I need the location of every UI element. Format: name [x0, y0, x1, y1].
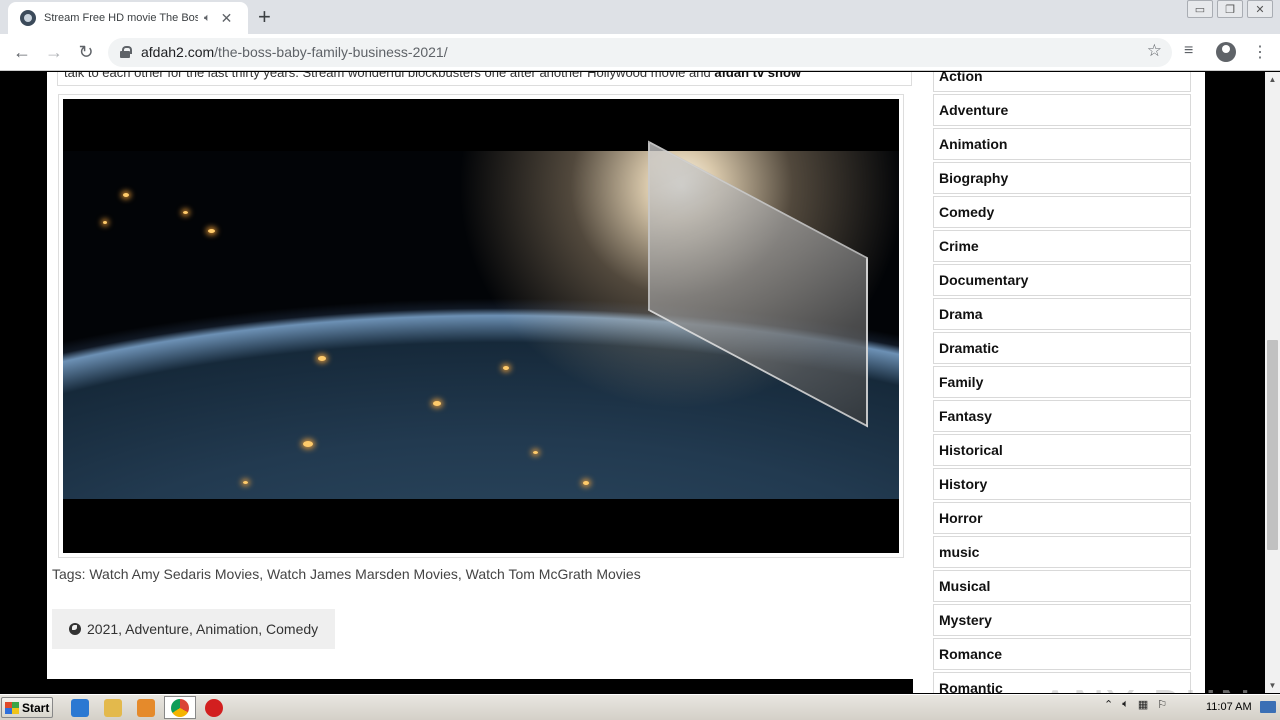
page-viewport: talk to each other for the last thirty y… [0, 72, 1265, 693]
windows-logo-icon [5, 701, 19, 714]
scrollbar-thumb[interactable] [1267, 340, 1278, 550]
back-button[interactable]: ← [10, 41, 34, 63]
maximize-button[interactable]: ❐ [1217, 0, 1243, 18]
forward-button[interactable]: → [42, 41, 66, 63]
genre-link-comedy[interactable]: Comedy [933, 196, 1191, 228]
chrome-icon [171, 699, 189, 717]
url-path: /the-boss-baby-family-business-2021/ [214, 44, 448, 60]
tags-line[interactable]: Tags: Watch Amy Sedaris Movies, Watch Ja… [52, 566, 641, 582]
profile-avatar-icon[interactable] [1216, 42, 1236, 62]
city-light [103, 221, 107, 224]
media-player-icon[interactable] [137, 699, 155, 717]
new-tab-button[interactable]: + [258, 5, 271, 29]
city-light [583, 481, 589, 485]
site-favicon-icon [20, 10, 36, 26]
satellite-panel [648, 140, 868, 428]
genre-link-fantasy[interactable]: Fantasy [933, 400, 1191, 432]
category-box: 2021, Adventure, Animation, Comedy [52, 609, 336, 649]
genre-link-animation[interactable]: Animation [933, 128, 1191, 160]
opera-icon[interactable] [205, 699, 223, 717]
genre-link-family[interactable]: Family [933, 366, 1191, 398]
browser-toolbar: ← → ↻ afdah2.com/the-boss-baby-family-bu… [0, 34, 1280, 71]
page-content: talk to each other for the last thirty y… [47, 72, 1205, 693]
genre-link-musical[interactable]: Musical [933, 570, 1191, 602]
city-light [183, 211, 188, 214]
lock-icon[interactable] [120, 46, 132, 58]
file-explorer-icon[interactable] [104, 699, 122, 717]
city-light [433, 401, 441, 406]
video-player[interactable] [63, 99, 899, 553]
city-light [318, 356, 326, 361]
chrome-taskbar-button[interactable] [164, 696, 196, 719]
page-scrollbar[interactable]: ▲ ▼ [1265, 72, 1280, 693]
network-icon[interactable]: ▦ [1138, 698, 1148, 711]
internet-explorer-icon[interactable] [71, 699, 89, 717]
intro-bold-link[interactable]: afdah tv show [714, 72, 801, 80]
city-light [503, 366, 509, 370]
genre-link-documentary[interactable]: Documentary [933, 264, 1191, 296]
video-frame [58, 94, 904, 558]
url-domain: afdah2.com [141, 44, 215, 60]
genre-list: Action Adventure Animation Biography Comedy C… [933, 72, 1191, 693]
genre-link-adventure[interactable]: Adventure [933, 94, 1191, 126]
url-text[interactable]: afdah2.com/the-boss-baby-family-business… [141, 44, 448, 60]
genre-link-historical[interactable]: Historical [933, 434, 1191, 466]
window-controls: ▭ ❐ ✕ [1183, 0, 1273, 18]
city-light [208, 229, 215, 233]
city-light [303, 441, 313, 447]
genre-link-horror[interactable]: Horror [933, 502, 1191, 534]
browser-tab[interactable]: Stream Free HD movie The Boss Baby 🔈︎ ✕ [8, 2, 248, 34]
system-tray: ⌃ 🔈︎ ▦ ⚐ [1104, 698, 1167, 711]
tray-expand-icon[interactable]: ⌃ [1104, 698, 1113, 711]
speaker-icon[interactable]: 🔈︎ [204, 12, 211, 25]
city-light [243, 481, 248, 484]
bookmark-star-icon[interactable]: ☆ [1147, 41, 1162, 61]
genre-link-mystery[interactable]: Mystery [933, 604, 1191, 636]
minimize-button[interactable]: ▭ [1187, 0, 1213, 18]
media-control-icon[interactable]: ≡ [1184, 42, 1193, 60]
genre-link-crime[interactable]: Crime [933, 230, 1191, 262]
genre-link-action[interactable]: Action [933, 72, 1191, 92]
show-desktop-icon[interactable] [1260, 701, 1276, 713]
start-label: Start [22, 700, 50, 715]
scroll-up-arrow-icon[interactable]: ▲ [1265, 72, 1280, 87]
city-light [533, 451, 538, 454]
genre-link-drama[interactable]: Drama [933, 298, 1191, 330]
close-window-button[interactable]: ✕ [1247, 0, 1273, 18]
volume-icon[interactable]: 🔈︎ [1122, 698, 1129, 711]
menu-icon[interactable]: ⋮ [1252, 42, 1268, 62]
tab-strip: Stream Free HD movie The Boss Baby 🔈︎ ✕ … [0, 0, 1280, 34]
intro-text: talk to each other for the last thirty y… [64, 72, 715, 80]
video-still-earth [63, 140, 899, 499]
genre-link-biography[interactable]: Biography [933, 162, 1191, 194]
genre-link-music[interactable]: music [933, 536, 1191, 568]
anyrun-watermark: ANY RUN [1040, 682, 1254, 693]
reload-button[interactable]: ↻ [74, 41, 98, 63]
city-light [123, 193, 129, 197]
intro-paragraph: talk to each other for the last thirty y… [57, 72, 912, 86]
windows-taskbar: Start ⌃ 🔈︎ ▦ ⚐ 11:07 AM [0, 694, 1280, 720]
start-button[interactable]: Start [1, 697, 53, 718]
tab-title: Stream Free HD movie The Boss Baby [44, 12, 198, 24]
address-bar[interactable]: afdah2.com/the-boss-baby-family-business… [108, 38, 1172, 67]
globe-icon [69, 623, 81, 635]
tab-close-icon[interactable]: ✕ [221, 10, 233, 27]
genre-link-history[interactable]: History [933, 468, 1191, 500]
action-center-flag-icon[interactable]: ⚐ [1157, 698, 1167, 711]
genre-link-dramatic[interactable]: Dramatic [933, 332, 1191, 364]
category-links[interactable]: 2021, Adventure, Animation, Comedy [87, 621, 318, 637]
scroll-down-arrow-icon[interactable]: ▼ [1265, 678, 1280, 693]
taskbar-clock[interactable]: 11:07 AM [1206, 701, 1252, 713]
genre-link-romance[interactable]: Romance [933, 638, 1191, 670]
footer-bar [47, 679, 913, 693]
